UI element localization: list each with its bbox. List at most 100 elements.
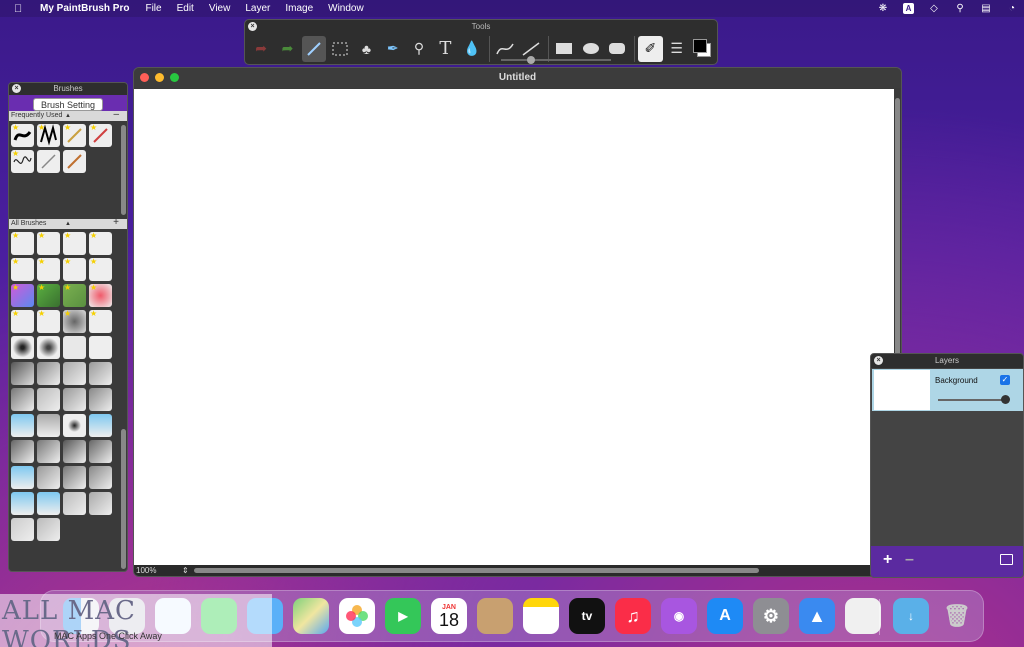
brush-cell[interactable]: ★ [37, 124, 60, 147]
dock-podcasts-icon[interactable]: ◉ [661, 598, 697, 634]
tools-close-icon[interactable]: × [248, 22, 257, 31]
apple-menu-icon[interactable]:  [14, 3, 28, 15]
remove-layer-button[interactable]: – [905, 551, 914, 569]
dock-calendar-icon[interactable]: JAN 18 [431, 598, 467, 634]
canvas-horizontal-scrollbar[interactable] [194, 568, 759, 573]
water-drop-icon[interactable]: 💧 [460, 36, 484, 62]
layer-row[interactable]: Background ✓ [872, 369, 1023, 411]
brush-cell[interactable] [11, 492, 34, 515]
brush-cell[interactable]: ★ [37, 310, 60, 333]
zoom-stepper-icon[interactable]: ⇕ [182, 565, 189, 576]
all-brushes-header[interactable]: All Brushes ▲ + [9, 218, 127, 229]
brush-cell[interactable] [89, 440, 112, 463]
layer-opacity-knob[interactable] [1001, 395, 1010, 404]
brush-icon[interactable] [301, 35, 326, 62]
layer-opacity-slider[interactable] [938, 395, 1010, 404]
layer-visibility-checkbox[interactable]: ✓ [1000, 375, 1010, 385]
add-layer-button[interactable]: + [883, 551, 892, 569]
brush-cell[interactable] [37, 388, 60, 411]
zoom-icon[interactable]: ⚲ [407, 36, 431, 62]
text-icon[interactable]: T [433, 36, 457, 62]
brush-cell[interactable]: ★ [37, 284, 60, 307]
paint-bucket-icon[interactable]: ♣ [354, 36, 378, 62]
brush-cell[interactable]: ★ [89, 124, 112, 147]
menu-view[interactable]: View [209, 3, 231, 14]
dock-paintbrush-icon[interactable] [845, 598, 881, 634]
dock-notes-icon[interactable] [523, 598, 559, 634]
menu-image[interactable]: Image [285, 3, 313, 14]
brush-cell[interactable] [89, 336, 112, 359]
dock-contacts-icon[interactable] [477, 598, 513, 634]
layer-name[interactable]: Background [935, 376, 978, 385]
stroke-size-knob[interactable] [527, 56, 535, 64]
close-window-button[interactable] [140, 73, 149, 82]
brush-cell[interactable] [89, 388, 112, 411]
brush-cell[interactable] [63, 388, 86, 411]
dock-instruments-icon[interactable]: ▲ [799, 598, 835, 634]
brush-cell[interactable] [11, 466, 34, 489]
dock-music-icon[interactable]: ♫ [615, 598, 651, 634]
brush-cell[interactable]: ★ [11, 284, 34, 307]
brush-cell[interactable]: ★ [63, 124, 86, 147]
rectangle-icon[interactable] [552, 36, 576, 62]
menu-window[interactable]: Window [328, 3, 364, 14]
layers-close-icon[interactable]: × [874, 356, 883, 365]
layer-image-icon[interactable] [1000, 554, 1013, 565]
curve-icon[interactable] [493, 36, 517, 62]
marquee-select-icon[interactable] [328, 36, 352, 62]
brush-cell[interactable] [89, 362, 112, 385]
brush-cell[interactable] [11, 414, 34, 437]
dock-tv-icon[interactable]: tv [569, 598, 605, 634]
dock-photos-icon[interactable] [339, 598, 375, 634]
redo-icon[interactable]: ➦ [275, 36, 299, 62]
frequently-used-header[interactable]: Frequently Used ▲ – [9, 110, 127, 121]
input-source-icon[interactable]: A [903, 3, 914, 14]
brush-cell[interactable] [63, 150, 86, 173]
brush-cell[interactable] [37, 336, 60, 359]
zoom-window-button[interactable] [170, 73, 179, 82]
brush-cell[interactable] [89, 414, 112, 437]
brushes-close-icon[interactable]: × [12, 84, 21, 93]
brush-cell[interactable] [11, 336, 34, 359]
brush-cell[interactable]: ★ [89, 232, 112, 255]
undo-icon[interactable]: ➦ [249, 36, 273, 62]
brush-cell[interactable]: ★ [37, 232, 60, 255]
brush-palette-icon[interactable]: ✐ [638, 35, 663, 62]
dock-system-preferences-icon[interactable]: ⚙ [753, 598, 789, 634]
canvas-title-bar[interactable]: Untitled [134, 68, 901, 88]
minimize-window-button[interactable] [155, 73, 164, 82]
brush-cell[interactable]: ★ [63, 310, 86, 333]
menu-layer[interactable]: Layer [245, 3, 270, 14]
brush-cell[interactable] [63, 362, 86, 385]
brush-cell[interactable]: ★ [37, 258, 60, 281]
brush-cell[interactable] [11, 388, 34, 411]
app-menu[interactable]: My PaintBrush Pro [40, 3, 129, 14]
dock-app-store-icon[interactable]: A [707, 598, 743, 634]
frequently-used-scrollbar[interactable] [121, 125, 126, 215]
stroke-size-slider[interactable] [501, 56, 611, 64]
brush-cell[interactable] [11, 440, 34, 463]
search-icon[interactable]: ⚲ [954, 3, 966, 14]
brush-cell[interactable] [37, 414, 60, 437]
brush-cell[interactable] [63, 336, 86, 359]
brush-cell[interactable] [63, 492, 86, 515]
collapse-triangle-icon[interactable]: ▲ [65, 111, 71, 121]
brush-cell[interactable] [37, 492, 60, 515]
brush-cell[interactable]: ★ [63, 284, 86, 307]
dock-facetime-icon[interactable]: ▶ [385, 598, 421, 634]
brush-cell[interactable]: ★ [11, 150, 34, 173]
brush-cell[interactable] [37, 518, 60, 541]
dock-maps-icon[interactable] [293, 598, 329, 634]
brush-cell[interactable]: ★ [11, 124, 34, 147]
zoom-level[interactable]: 100% [136, 566, 156, 575]
brush-cell[interactable]: ★ [11, 310, 34, 333]
rounded-rect-icon[interactable] [605, 36, 629, 62]
brush-cell[interactable] [37, 362, 60, 385]
menu-edit[interactable]: Edit [177, 3, 194, 14]
brush-cell[interactable]: ★ [89, 310, 112, 333]
brush-cell[interactable] [63, 414, 86, 437]
brush-cell[interactable] [89, 492, 112, 515]
add-brush-icon[interactable]: + [113, 218, 119, 228]
remove-brush-icon[interactable]: – [113, 110, 119, 120]
brush-cell[interactable] [37, 150, 60, 173]
